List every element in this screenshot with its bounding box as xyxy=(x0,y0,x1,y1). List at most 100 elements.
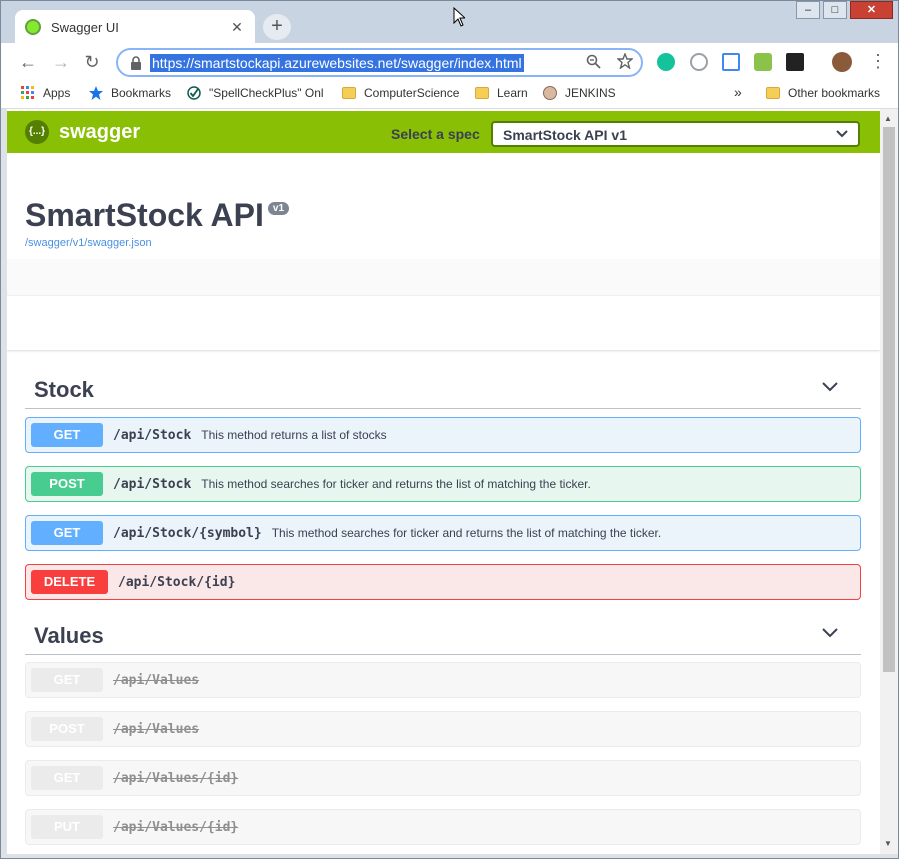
page-scrollbar[interactable]: ▲ ▼ xyxy=(880,109,898,854)
address-bar[interactable]: https://smartstockapi.azurewebsites.net/… xyxy=(116,48,643,77)
react-icon[interactable] xyxy=(786,53,804,71)
spec-url-link[interactable]: /swagger/v1/swagger.json xyxy=(25,237,289,249)
chevron-down-icon xyxy=(836,130,848,138)
back-button[interactable]: ← xyxy=(17,51,39,73)
tab-strip: Swagger UI ✕ + – □ ✕ xyxy=(1,1,898,44)
chevron-down-icon[interactable] xyxy=(821,377,839,395)
operation-path: /api/Values xyxy=(113,672,200,688)
minimize-button[interactable]: – xyxy=(796,1,820,19)
grammarly-icon[interactable] xyxy=(657,53,675,71)
bookmark-label: "SpellCheckPlus" Onl xyxy=(209,86,324,100)
operation-get-stock[interactable]: GET /api/Stock This method returns a lis… xyxy=(25,417,861,453)
operation-path: /api/Values/{id} xyxy=(113,819,239,835)
bookmark-jenkins[interactable]: JENKINS xyxy=(543,86,616,100)
bookmark-label: Learn xyxy=(497,86,528,100)
operation-description: This method returns a list of stocks xyxy=(201,428,387,442)
folder-icon xyxy=(475,87,489,99)
scroll-up-icon[interactable]: ▲ xyxy=(884,114,892,123)
bookmarks-bar: Apps Bookmarks "SpellCheckPlus" Onl Comp… xyxy=(1,81,898,109)
operation-put-values-id[interactable]: PUT /api/Values/{id} xyxy=(25,809,861,845)
operation-path: /api/Stock/{symbol} xyxy=(113,525,262,541)
bookmark-label: Bookmarks xyxy=(111,86,172,100)
forward-button[interactable]: → xyxy=(50,51,72,73)
operation-path: /api/Values xyxy=(113,721,200,737)
spellcheck-icon[interactable] xyxy=(754,53,772,71)
method-badge: POST xyxy=(31,717,103,741)
bookmark-label: Other bookmarks xyxy=(788,86,881,100)
operation-description: This method searches for ticker and retu… xyxy=(201,477,591,491)
browser-toolbar: ← → ↻ https://smartstockapi.azurewebsite… xyxy=(1,43,898,81)
tab-close-icon[interactable]: ✕ xyxy=(229,19,245,36)
zoom-icon[interactable] xyxy=(586,54,601,69)
operation-get-values-id[interactable]: GET /api/Values/{id} xyxy=(25,760,861,796)
browser-window: Swagger UI ✕ + – □ ✕ ← → ↻ https://smart… xyxy=(0,0,899,859)
version-badge: v1 xyxy=(267,202,290,215)
chevron-down-icon[interactable] xyxy=(821,623,839,641)
tab-swagger-ui[interactable]: Swagger UI ✕ xyxy=(15,10,255,44)
spec-selected-value: SmartStock API v1 xyxy=(503,127,627,143)
bookmark-label: JENKINS xyxy=(565,86,616,100)
bookmark-label: Apps xyxy=(43,86,71,100)
method-badge: GET xyxy=(31,521,103,545)
method-badge: POST xyxy=(31,472,103,496)
scroll-down-icon[interactable]: ▼ xyxy=(884,839,892,848)
section-values[interactable]: Values xyxy=(25,615,861,655)
maximize-button[interactable]: □ xyxy=(823,1,847,19)
folder-icon xyxy=(766,87,780,99)
star-icon[interactable] xyxy=(617,53,633,69)
bookmark-bookmarks[interactable]: Bookmarks xyxy=(89,86,171,100)
bookmark-computerscience[interactable]: ComputerScience xyxy=(342,86,459,100)
operation-get-values[interactable]: GET /api/Values xyxy=(25,662,861,698)
url-text[interactable]: https://smartstockapi.azurewebsites.net/… xyxy=(150,53,524,72)
new-tab-button[interactable]: + xyxy=(263,14,291,40)
scheme-container xyxy=(7,295,880,350)
swagger-favicon-icon xyxy=(25,19,41,35)
profile-avatar[interactable] xyxy=(832,52,852,72)
swagger-page: {...} swagger Select a spec SmartStock A… xyxy=(7,109,880,854)
vivaldi-icon[interactable] xyxy=(690,53,708,71)
section-title: Stock xyxy=(34,377,94,402)
other-bookmarks[interactable]: Other bookmarks xyxy=(766,86,880,100)
folder-icon xyxy=(342,87,356,99)
method-badge: GET xyxy=(31,668,103,692)
spec-label: Select a spec xyxy=(391,126,480,142)
method-badge: GET xyxy=(31,766,103,790)
info-divider xyxy=(7,259,880,295)
operation-path: /api/Stock xyxy=(113,427,192,443)
reload-button[interactable]: ↻ xyxy=(81,51,103,73)
check-icon xyxy=(187,86,201,100)
bookmark-spellcheckplus[interactable]: "SpellCheckPlus" Onl xyxy=(187,86,324,100)
tab-title: Swagger UI xyxy=(51,19,119,35)
jenkins-icon xyxy=(543,86,557,100)
browser-menu-icon[interactable]: ⋮ xyxy=(869,51,887,72)
swagger-topbar: {...} swagger Select a spec SmartStock A… xyxy=(7,111,880,153)
method-badge: GET xyxy=(31,423,103,447)
mouse-cursor-icon xyxy=(453,7,465,27)
operation-path: /api/Values/{id} xyxy=(113,770,239,786)
star-icon xyxy=(89,86,103,100)
method-badge: PUT xyxy=(31,815,103,839)
operation-path: /api/Stock/{id} xyxy=(118,574,236,590)
operation-path: /api/Stock xyxy=(113,476,192,492)
api-title: SmartStock API xyxy=(25,197,264,233)
operation-post-values[interactable]: POST /api/Values xyxy=(25,711,861,747)
spec-select[interactable]: SmartStock API v1 xyxy=(491,121,860,147)
drive-icon[interactable] xyxy=(722,53,740,71)
section-title: Values xyxy=(34,623,104,648)
bookmark-apps[interactable]: Apps xyxy=(21,86,70,100)
bookmark-learn[interactable]: Learn xyxy=(475,86,528,100)
operation-get-stock-symbol[interactable]: GET /api/Stock/{symbol} This method sear… xyxy=(25,515,861,551)
scrollbar-thumb[interactable] xyxy=(883,127,895,672)
swagger-brand: swagger xyxy=(59,120,141,143)
swagger-logo-icon: {...} xyxy=(25,120,49,144)
bookmarks-overflow-button[interactable]: » xyxy=(734,84,742,100)
close-window-button[interactable]: ✕ xyxy=(850,1,893,19)
operation-delete-stock-id[interactable]: DELETE /api/Stock/{id} xyxy=(25,564,861,600)
lock-icon xyxy=(131,55,141,70)
swagger-logo[interactable]: {...} swagger xyxy=(25,120,140,144)
bookmark-label: ComputerScience xyxy=(364,86,460,100)
section-stock[interactable]: Stock xyxy=(25,369,861,409)
apps-grid-icon xyxy=(21,86,34,99)
method-badge: DELETE xyxy=(31,570,108,594)
operation-post-stock[interactable]: POST /api/Stock This method searches for… xyxy=(25,466,861,502)
